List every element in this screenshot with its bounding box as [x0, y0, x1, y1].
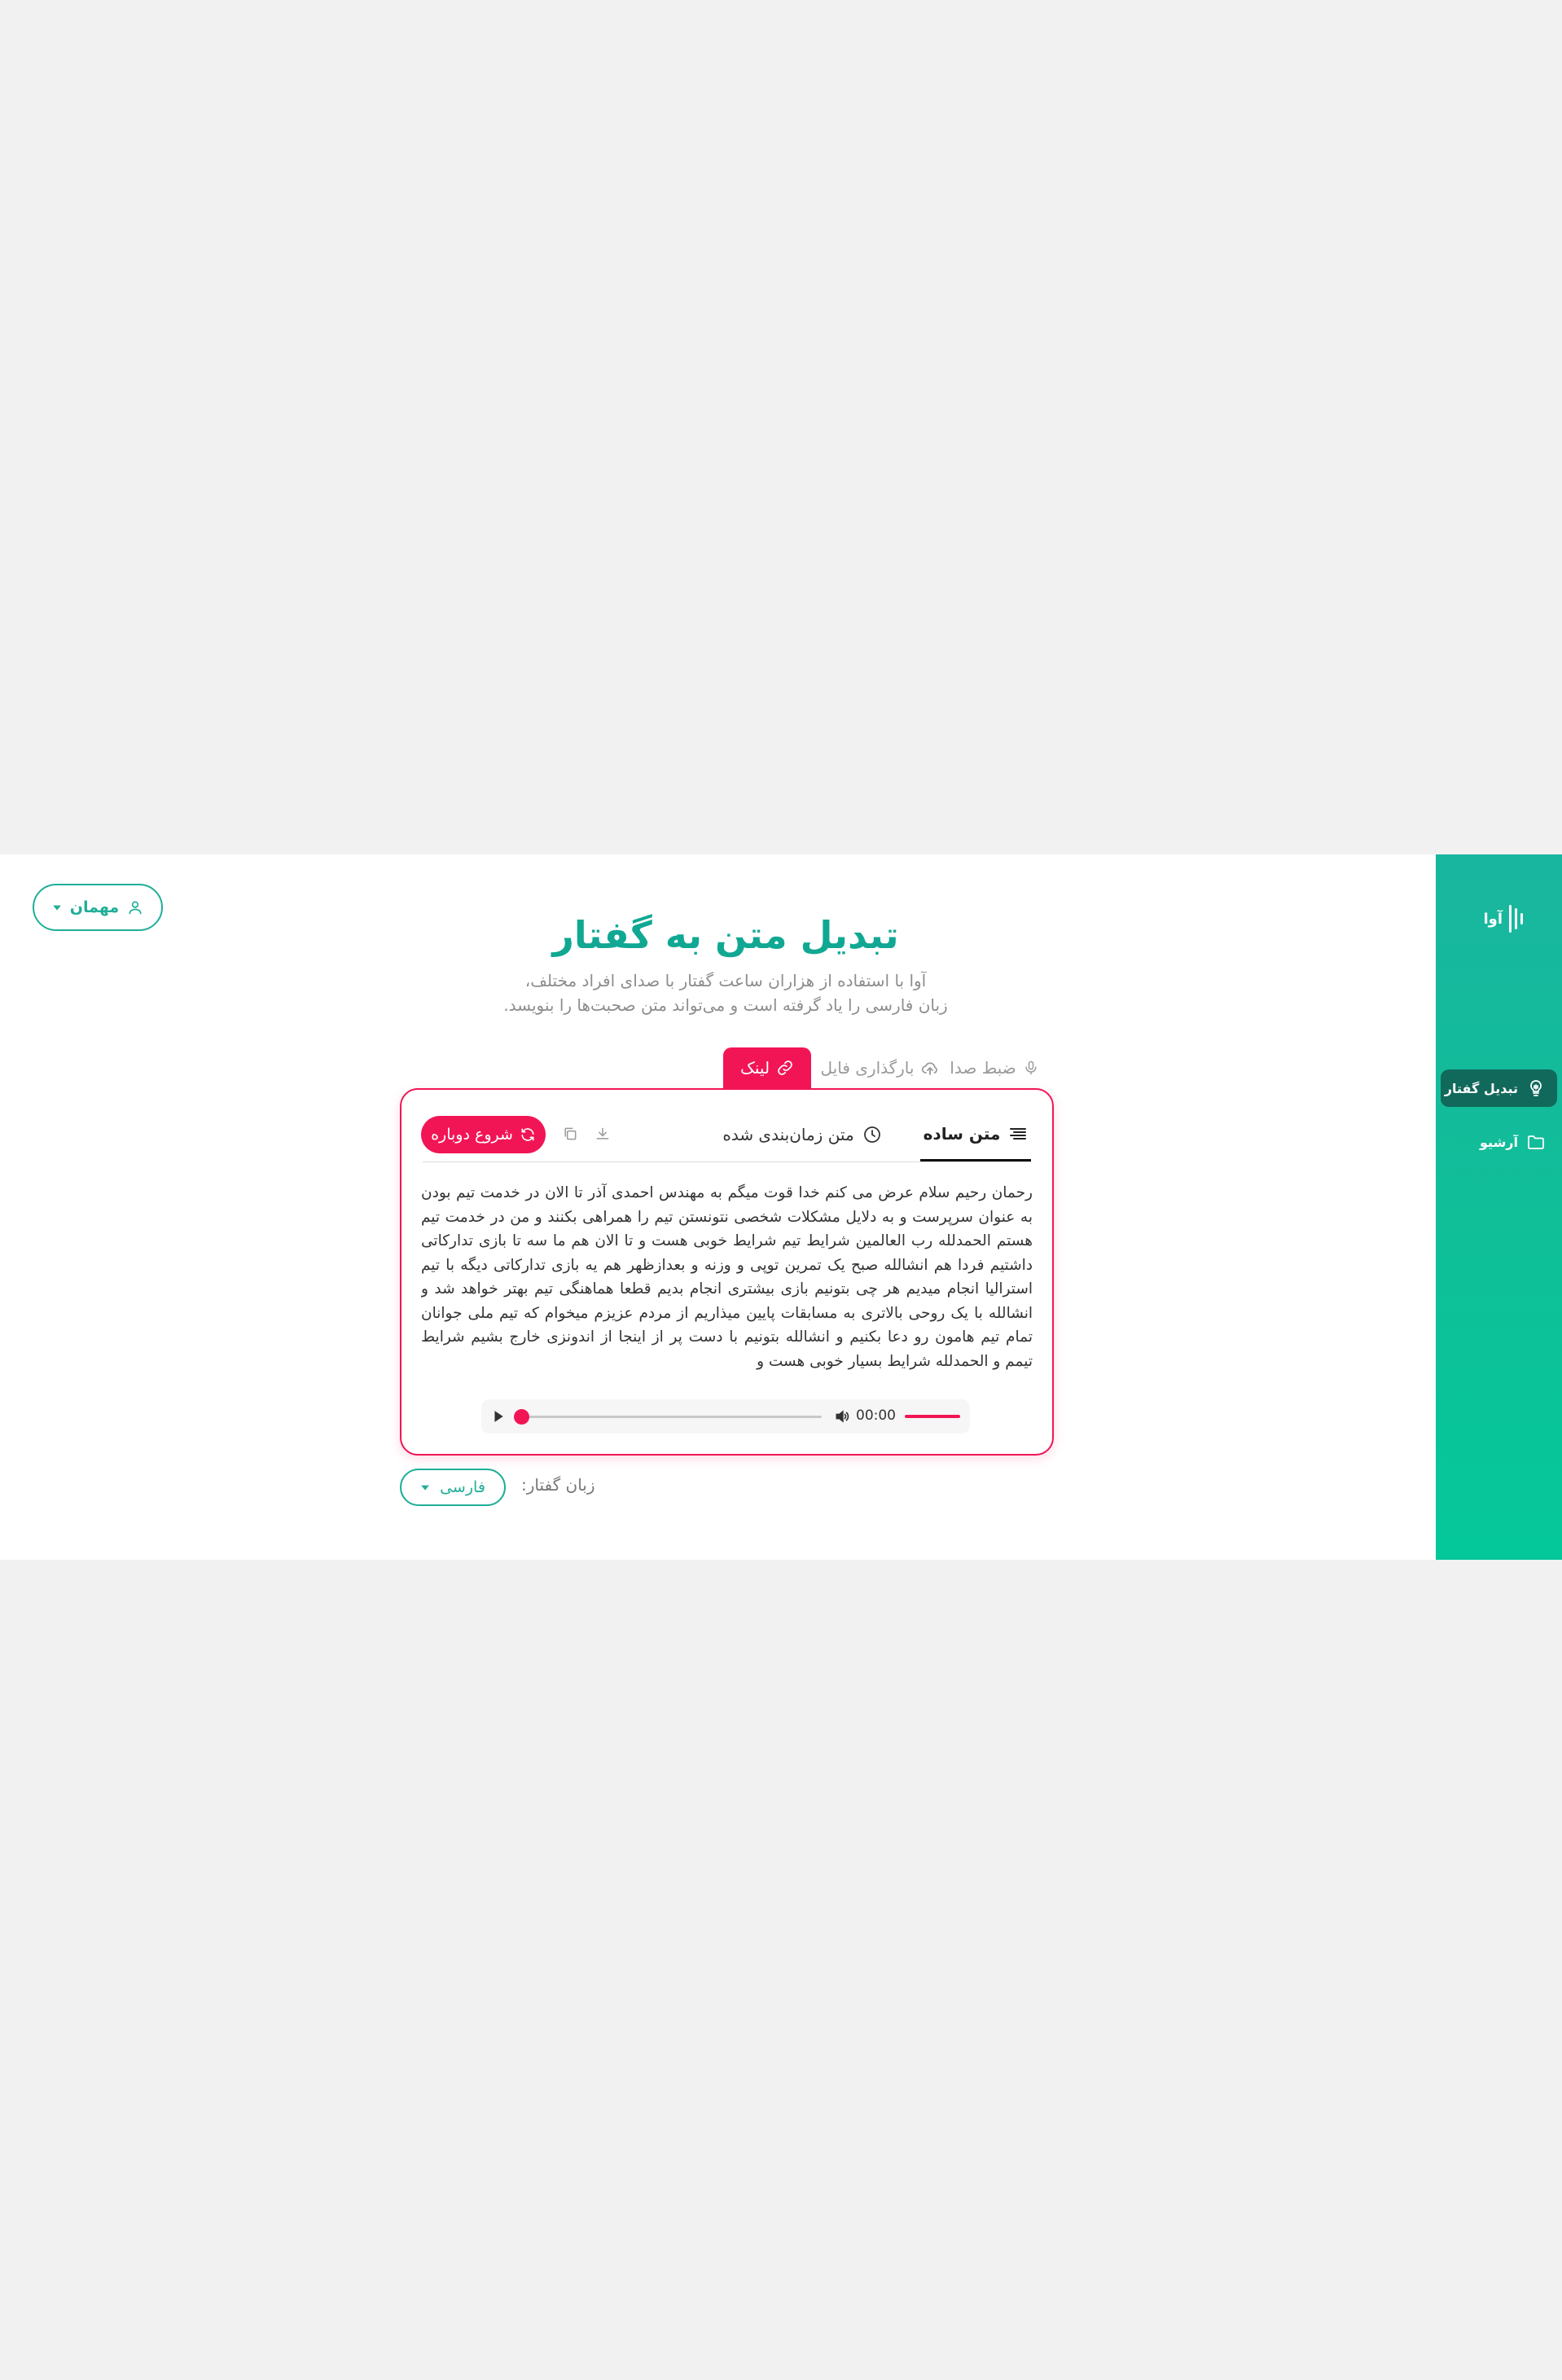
copy-icon: [564, 1127, 577, 1140]
brand[interactable]: آوا: [1483, 905, 1523, 933]
page-subtitle: آوا با استفاده از هزاران ساعت گفتار با ص…: [0, 968, 1451, 1017]
download-button[interactable]: [593, 1124, 612, 1144]
copy-button[interactable]: [560, 1124, 580, 1144]
refresh-icon: [521, 1128, 534, 1141]
caret-down-icon: [421, 1485, 429, 1491]
sidebar: آوا تبدیل گفتار آرشیو: [1436, 854, 1562, 1560]
tab-label: بارگذاری فایل: [820, 1058, 915, 1078]
audio-player: 00:00: [481, 1399, 970, 1434]
volume-level-bar[interactable]: [905, 1415, 960, 1418]
tab-label: متن زمان‌بندی شده: [722, 1125, 854, 1144]
transcript-text: رحمان رحیم سلام عرض می کنم خدا قوت میگم …: [421, 1184, 1033, 1370]
restart-button[interactable]: شروع دوباره: [421, 1116, 546, 1153]
tab-label: متن ساده: [923, 1123, 1001, 1144]
sidebar-item-label: آرشیو: [1480, 1134, 1518, 1150]
sidebar-item-label: تبدیل گفتار: [1444, 1080, 1518, 1096]
tab-upload-file[interactable]: بارگذاری فایل: [819, 1047, 941, 1088]
subtitle-line: زبان فارسی را یاد گرفته است و می‌تواند م…: [503, 995, 948, 1015]
seek-thumb[interactable]: [514, 1409, 529, 1425]
tab-plain-text[interactable]: متن ساده: [920, 1108, 1031, 1161]
tab-label: لینک: [739, 1058, 770, 1078]
caret-down-icon: [52, 905, 61, 911]
tab-timed-text[interactable]: متن زمان‌بندی شده: [717, 1108, 888, 1161]
subtitle-line: آوا با استفاده از هزاران ساعت گفتار با ص…: [524, 971, 927, 990]
sidebar-item-archive[interactable]: آرشیو: [1441, 1123, 1557, 1161]
seek-bar[interactable]: [514, 1409, 822, 1425]
restart-label: شروع دوباره: [431, 1126, 513, 1144]
download-icon: [596, 1127, 609, 1140]
result-card: متن ساده متن زمان‌بندی شده شروع دوبا: [400, 1088, 1054, 1456]
speech-bulb-icon: [1530, 1080, 1542, 1096]
input-source-tabs: ضبط صدا بارگذاری فایل لینک: [652, 1047, 1039, 1088]
playback-time: 00:00: [856, 1407, 896, 1424]
sidebar-item-speech-to-text[interactable]: تبدیل گفتار: [1441, 1069, 1557, 1107]
play-icon[interactable]: [493, 1410, 504, 1423]
waveform-logo-icon: [1509, 905, 1523, 933]
brand-name: آوا: [1483, 910, 1503, 928]
page-title: تبدیل متن به گفتار: [552, 913, 899, 957]
tab-record-audio[interactable]: ضبط صدا: [950, 1047, 1039, 1088]
tab-link[interactable]: لینک: [723, 1047, 811, 1088]
language-label: زبان گفتار:: [521, 1475, 595, 1495]
microphone-icon: [1025, 1060, 1037, 1075]
lines-icon: [1010, 1127, 1027, 1140]
folder-icon: [1528, 1135, 1544, 1149]
language-select[interactable]: فارسی: [400, 1469, 506, 1506]
clock-icon: [863, 1126, 880, 1143]
link-icon: [778, 1060, 792, 1075]
tab-label: ضبط صدا: [950, 1058, 1016, 1078]
app-container: آوا تبدیل گفتار آرشیو مهمان تبدیل متن به…: [0, 854, 1562, 1560]
language-value: فارسی: [440, 1478, 485, 1496]
volume-icon[interactable]: [833, 1408, 851, 1425]
upload-cloud-icon: [922, 1062, 938, 1075]
